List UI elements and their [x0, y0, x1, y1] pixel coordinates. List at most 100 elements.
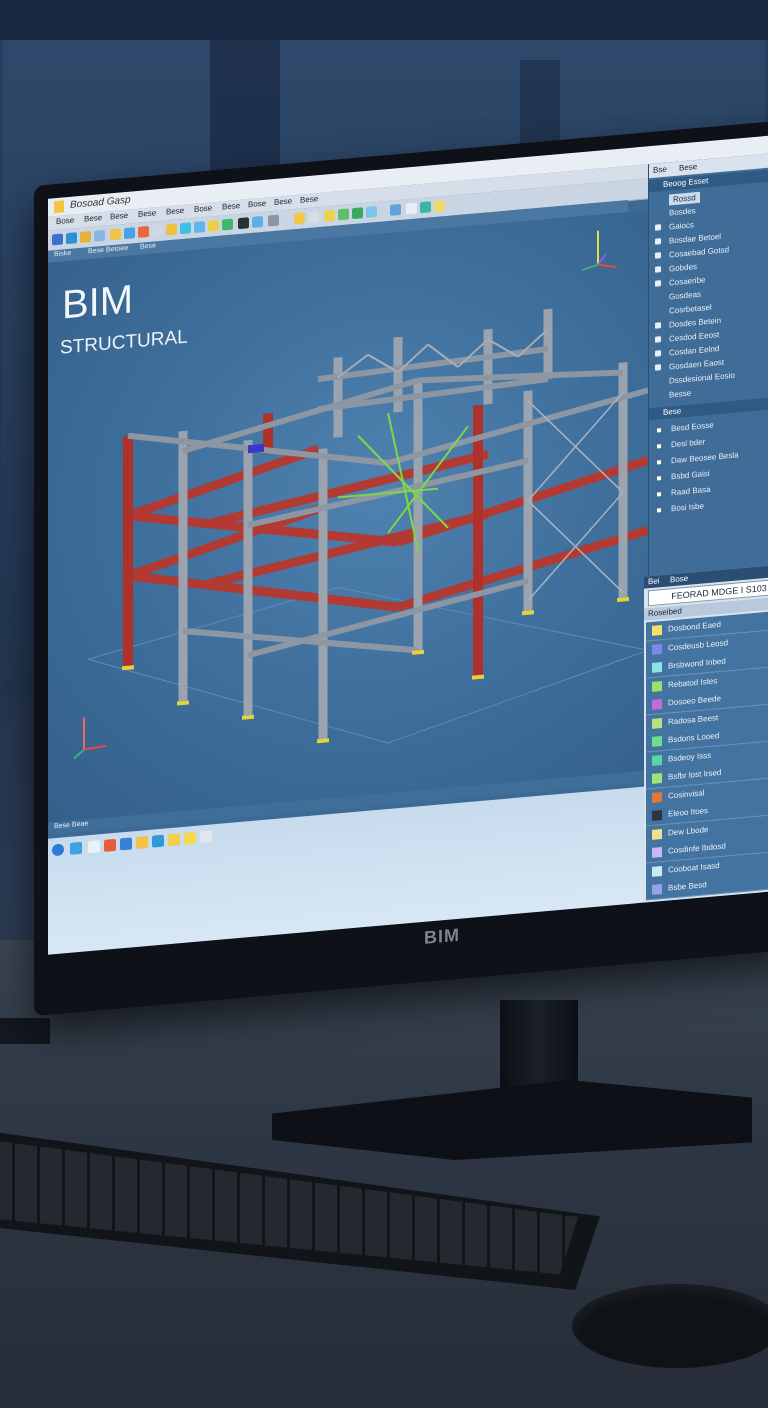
layers-icon[interactable] — [124, 227, 135, 240]
3d-viewport[interactable]: BIM STRUCTURAL — [48, 210, 648, 823]
tree-item[interactable]: Gaiocs — [655, 220, 694, 232]
taskbar-app-icon[interactable] — [200, 830, 212, 844]
list-item[interactable]: Besd Eosse — [657, 421, 714, 435]
menu-item[interactable]: Bese — [138, 208, 156, 219]
section-icon[interactable] — [222, 218, 233, 231]
breadcrumb-item[interactable]: Bese Betoee — [88, 245, 128, 256]
taskbar-app-icon[interactable] — [70, 841, 82, 855]
bullet-icon — [657, 508, 661, 513]
measure-icon[interactable] — [208, 219, 219, 232]
mirror-icon[interactable] — [352, 207, 363, 220]
property-name: Rebatod Istes — [668, 675, 718, 690]
taskbar-app-icon[interactable] — [88, 840, 100, 854]
node-icon — [655, 224, 661, 231]
menu-item[interactable]: Bese — [84, 213, 102, 224]
list-item[interactable]: Raad Basa — [657, 485, 711, 499]
camera-icon[interactable] — [238, 217, 249, 230]
tree-item[interactable]: Bosdae Betoel — [655, 232, 721, 247]
tree-item[interactable]: Dosdes Betein — [655, 316, 721, 331]
view-icon[interactable] — [252, 215, 263, 228]
taskbar-app-icon[interactable] — [136, 836, 148, 850]
list-item[interactable]: Desi bder — [657, 437, 705, 450]
tree-item[interactable]: Dssdesional Eosio — [669, 371, 735, 386]
tree-item-label: Gaiocs — [669, 220, 694, 232]
array-icon[interactable] — [366, 205, 377, 218]
status-text: Bese Beae — [54, 820, 89, 831]
monitor: Bosoad Gasp Bose Bese Bese Bese Bese Bos… — [34, 119, 768, 1017]
taskbar-app-icon[interactable] — [152, 834, 164, 848]
tree-item[interactable]: Gosdaen Eaost — [655, 358, 724, 373]
tree-item[interactable]: Cosrbetasel — [669, 303, 712, 316]
structural-model[interactable] — [88, 270, 648, 779]
panel-tab[interactable]: Bese — [679, 162, 697, 173]
taskbar-app-icon[interactable] — [104, 838, 116, 852]
tree-item[interactable]: Besse — [669, 388, 691, 399]
folder-icon[interactable] — [110, 228, 121, 241]
desk-device — [0, 1018, 50, 1044]
breadcrumb-item[interactable]: Biske — [54, 250, 71, 258]
start-icon[interactable] — [52, 843, 64, 857]
properties-tab[interactable]: Bei — [648, 576, 660, 586]
sphere-icon[interactable] — [180, 222, 191, 235]
copy-icon[interactable] — [338, 208, 349, 221]
tree-item-label: Cosaeribe — [669, 275, 706, 288]
menu-item[interactable]: Bese — [222, 201, 240, 212]
color-swatch-icon — [652, 680, 662, 692]
ground-plane — [88, 586, 648, 744]
beam-icon[interactable] — [138, 225, 149, 238]
tree-item-label: Cosdan Eelnd — [669, 344, 720, 358]
menu-item[interactable]: Bose — [56, 215, 74, 226]
report-icon[interactable] — [434, 200, 445, 213]
color-swatch-icon — [652, 865, 662, 877]
save-icon[interactable] — [80, 231, 91, 243]
color-swatch-icon — [652, 791, 662, 803]
open-icon[interactable] — [66, 232, 77, 245]
tree-item[interactable]: Cosaebad Gotsd — [655, 245, 729, 260]
property-name: Radosa Beest — [668, 712, 719, 727]
list-item[interactable]: Daw Beosee Besla — [657, 450, 739, 466]
node-icon — [655, 350, 661, 357]
taskbar-app-icon[interactable] — [168, 833, 180, 847]
properties-tab[interactable]: Bose — [670, 574, 688, 585]
node-icon — [655, 364, 661, 371]
info-icon[interactable] — [390, 203, 401, 216]
app-icon — [54, 200, 64, 214]
list-item[interactable]: Bsbd Gaisi — [657, 469, 710, 483]
menu-item[interactable]: Bese — [110, 211, 128, 222]
property-name: Dew Lbode — [668, 824, 709, 838]
snap-icon[interactable] — [294, 212, 305, 225]
tree-item[interactable]: Bosdes — [669, 206, 696, 217]
axis-gizmo-top[interactable] — [578, 223, 618, 276]
panel-tab[interactable]: Bse — [653, 165, 667, 175]
tree-item[interactable]: Cosdan Eelnd — [655, 344, 719, 359]
menu-item[interactable]: Bese — [274, 196, 292, 207]
tree-item[interactable]: Gobdes — [655, 262, 697, 275]
section-label: Bese — [663, 406, 682, 417]
taskbar-app-icon[interactable] — [120, 837, 132, 851]
menu-item[interactable]: Bese — [300, 194, 318, 205]
list-item-label: Desi bder — [671, 437, 706, 450]
tree-item[interactable]: Cosaeribe — [655, 275, 705, 288]
color-swatch-icon — [652, 717, 662, 729]
breadcrumb-item[interactable]: Bese — [140, 242, 156, 250]
column-icon[interactable] — [152, 224, 163, 237]
load-icon[interactable] — [420, 201, 431, 214]
tree-item-selected[interactable]: Rossd — [669, 191, 700, 206]
analysis-icon[interactable] — [406, 202, 417, 215]
grid-icon[interactable] — [166, 223, 177, 236]
menu-item[interactable]: Bose — [248, 199, 266, 210]
tree-item[interactable]: Cesdod Eeost — [655, 330, 719, 345]
render-icon[interactable] — [194, 221, 205, 234]
tree-item[interactable]: Gosdeas — [669, 290, 701, 302]
new-icon[interactable] — [52, 233, 63, 246]
menu-item[interactable]: Bose — [194, 203, 212, 214]
print-icon[interactable] — [94, 229, 105, 242]
move-icon[interactable] — [308, 211, 319, 224]
taskbar-app-icon[interactable] — [184, 831, 196, 845]
property-name: Bsdeoy Isss — [668, 750, 712, 764]
rotate-icon[interactable] — [324, 209, 335, 222]
bullet-icon — [657, 428, 661, 433]
list-item[interactable]: Bosi Isbe — [657, 501, 704, 514]
select-icon[interactable] — [268, 214, 279, 227]
menu-item[interactable]: Bese — [166, 206, 184, 217]
